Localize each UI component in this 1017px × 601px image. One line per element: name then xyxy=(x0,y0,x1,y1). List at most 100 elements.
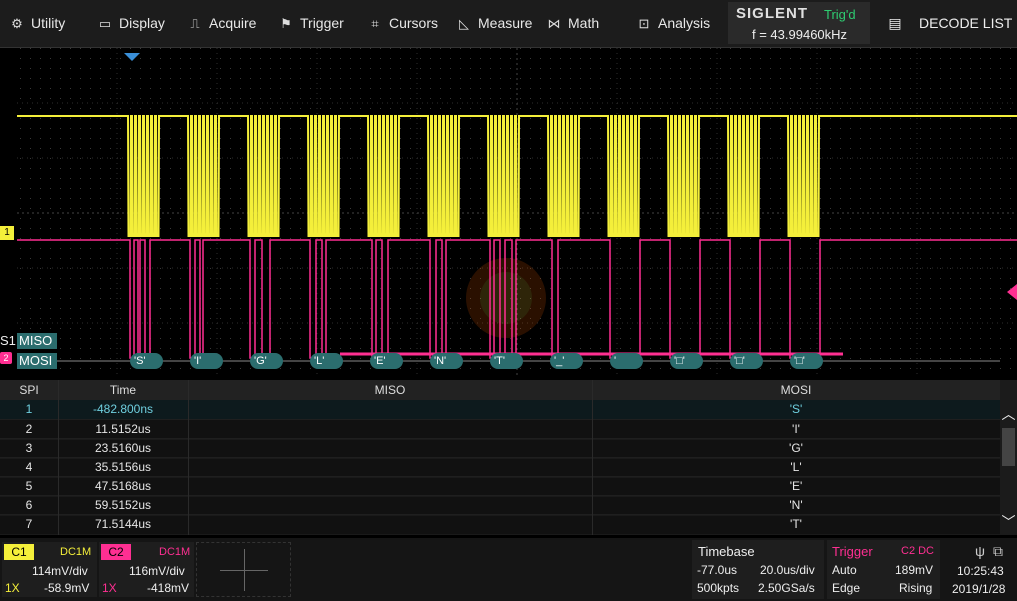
table-row[interactable]: 5 47.5168us 'E' xyxy=(0,476,1000,497)
monitor-icon: ▭ xyxy=(98,16,112,31)
cell-mosi: 'E' xyxy=(789,479,803,493)
cell-spi: 6 xyxy=(25,498,33,512)
cell-time: 11.5152us xyxy=(95,422,151,436)
ch1-scale: 114mV/div xyxy=(32,564,88,578)
table-column-divider xyxy=(58,380,59,535)
ch1-coupling: DC1M xyxy=(60,546,92,558)
watermark-logo xyxy=(466,258,546,338)
measure-icon: ◺ xyxy=(459,16,469,31)
brand-logo: SIGLENT xyxy=(736,5,809,22)
table-scrollbar[interactable]: ︿ ﹀ xyxy=(1000,380,1017,535)
clock-time: 10:25:43 xyxy=(957,564,1004,578)
trigger-label: Trigger xyxy=(832,544,873,559)
bus-decode-cell: 'T' xyxy=(490,353,523,369)
bus-decode-cell: 'E' xyxy=(370,353,403,369)
ch1-ground-marker[interactable]: 1 xyxy=(0,226,14,240)
table-column-divider xyxy=(188,380,189,535)
bus-decode-cell: '□' xyxy=(670,353,703,369)
trigger-source: C2 DC xyxy=(901,545,935,557)
table-row[interactable]: 4 35.5156us 'L' xyxy=(0,457,1000,478)
timebase-delay: -77.0us xyxy=(697,563,738,577)
cell-spi: 1 xyxy=(25,402,33,416)
waveform-display xyxy=(17,48,1017,378)
ch2-ground-marker[interactable]: 2 xyxy=(0,352,12,364)
menu-acquire[interactable]: ⎍ Acquire xyxy=(186,0,256,47)
table-row[interactable]: 6 59.5152us 'N' xyxy=(0,495,1000,516)
trigger-slope: Rising xyxy=(899,581,933,595)
table-row[interactable]: 1 -482.800ns 'S' xyxy=(0,400,1000,420)
table-column-divider xyxy=(592,380,593,535)
menu-analysis[interactable]: ⊡ Analysis xyxy=(635,0,711,47)
miso-label: MISO xyxy=(17,333,57,349)
decode-table: SPI Time MISO MOSI 1 -482.800ns 'S' 2 11.515… xyxy=(0,380,1000,535)
cell-mosi: 'T' xyxy=(790,517,802,531)
ch2-probe: 1X xyxy=(102,581,117,595)
bus-decode-cell: 'S' xyxy=(130,353,163,369)
bus-decode-cell: 'L' xyxy=(310,353,343,369)
cell-time: 71.5144us xyxy=(94,517,152,531)
decode-list-button[interactable]: ▤ DECODE LIST xyxy=(885,0,1012,47)
trigger-status: Trig'd xyxy=(824,7,856,22)
scroll-up-icon[interactable]: ︿ xyxy=(1000,404,1017,424)
ch1-probe: 1X xyxy=(5,581,20,595)
cell-mosi: 'L' xyxy=(790,460,802,474)
ch2-info[interactable]: C2 DC1M 116mV/div 1X -418mV xyxy=(99,542,194,597)
ch2-tag: C2 xyxy=(101,544,131,560)
ch2-coupling: DC1M xyxy=(159,546,191,558)
cell-time: -482.800ns xyxy=(92,402,154,416)
bus-decode-cell: 'G' xyxy=(250,353,283,369)
table-row[interactable]: 3 23.5160us 'G' xyxy=(0,438,1000,459)
brand-panel: SIGLENT Trig'd f = 43.99460kHz xyxy=(728,2,870,44)
header-time: Time xyxy=(109,383,137,397)
menu-measure[interactable]: ◺ Measure xyxy=(455,0,532,47)
cell-mosi: 'N' xyxy=(789,498,803,512)
analysis-icon: ⊡ xyxy=(638,16,650,31)
menu-math[interactable]: ⋈ Math xyxy=(545,0,600,47)
table-row[interactable]: 7 71.5144us 'T' xyxy=(0,514,1000,535)
scroll-down-icon[interactable]: ﹀ xyxy=(1000,512,1017,532)
menu-utility[interactable]: ⚙ Utility xyxy=(8,0,65,47)
mosi-label: MOSI xyxy=(17,353,57,369)
timebase-points: 500kpts xyxy=(697,581,740,595)
cell-spi: 3 xyxy=(25,441,33,455)
math-icon: ⋈ xyxy=(547,16,561,31)
cell-spi: 2 xyxy=(25,422,33,436)
list-icon: ▤ xyxy=(888,15,902,31)
menu-bar: ⚙ Utility ▭ Display ⎍ Acquire ⚑ Trigger ⌗ Cur… xyxy=(0,0,1017,48)
cell-time: 59.5152us xyxy=(94,498,152,512)
cell-mosi: 'G' xyxy=(789,441,803,455)
cursors-icon: ⌗ xyxy=(371,16,379,31)
cell-spi: 4 xyxy=(25,460,33,474)
acquire-icon: ⎍ xyxy=(190,16,200,31)
cell-mosi: 'S' xyxy=(789,402,803,416)
status-bar: C1 DC1M 114mV/div 1X -58.9mV C2 DC1M 116… xyxy=(0,538,1017,601)
usb-icon: ψ xyxy=(975,543,985,559)
flag-icon: ⚑ xyxy=(280,16,292,31)
bus-decode-cell: 'N' xyxy=(430,353,463,369)
scroll-thumb[interactable] xyxy=(1002,428,1015,466)
bus-decode-cell: ' xyxy=(610,353,643,369)
trigger-info[interactable]: Trigger C2 DC Auto 189mV Edge Rising xyxy=(827,540,940,599)
menu-cursors[interactable]: ⌗ Cursors xyxy=(366,0,438,47)
menu-trigger[interactable]: ⚑ Trigger xyxy=(277,0,344,47)
ch1-info[interactable]: C1 DC1M 114mV/div 1X -58.9mV xyxy=(2,542,97,597)
trigger-type: Edge xyxy=(832,581,861,595)
cell-mosi: 'I' xyxy=(792,422,800,436)
header-miso: MISO xyxy=(374,383,406,397)
bus-decode-cell: 'I' xyxy=(190,353,223,369)
cell-spi: 5 xyxy=(25,479,33,493)
timebase-info[interactable]: Timebase -77.0us 20.0us/div 500kpts 2.50… xyxy=(692,540,824,599)
cell-time: 47.5168us xyxy=(94,479,152,493)
menu-display[interactable]: ▭ Display xyxy=(96,0,165,47)
table-row[interactable]: 2 11.5152us 'I' xyxy=(0,419,1000,440)
trigger-mode: Auto xyxy=(832,563,857,577)
ch2-scale: 116mV/div xyxy=(129,564,185,578)
bus-decode-cell: '_' xyxy=(550,353,583,369)
bus-decode-cell: '□' xyxy=(730,353,763,369)
table-header: SPI Time MISO MOSI xyxy=(0,380,1000,400)
cell-time: 35.5156us xyxy=(94,460,152,474)
clock-panel: ψ ⧉ 10:25:43 2019/1/28 xyxy=(943,540,1017,599)
gear-icon: ⚙ xyxy=(11,16,23,31)
trigger-level: 189mV xyxy=(895,563,934,577)
add-channel-slot[interactable] xyxy=(196,542,291,597)
